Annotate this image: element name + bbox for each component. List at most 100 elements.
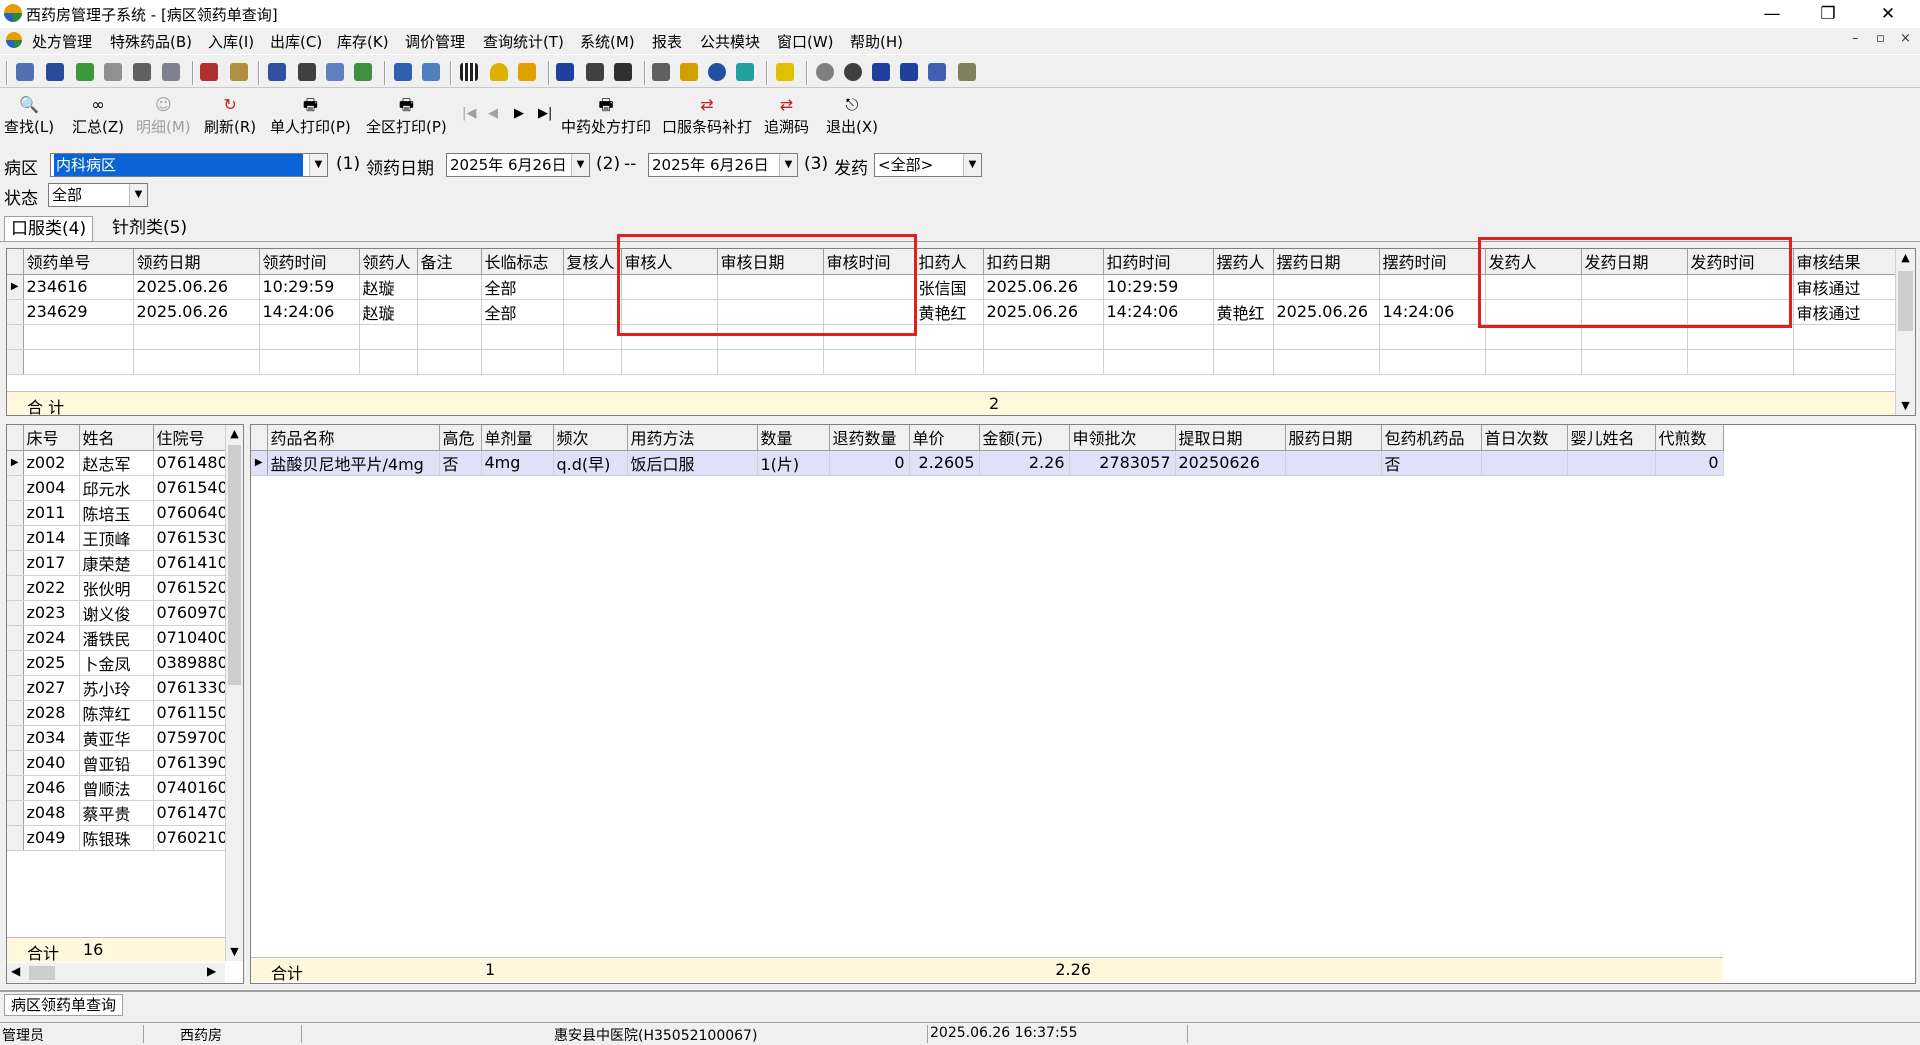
toolbar-tool-icon[interactable] bbox=[230, 63, 248, 81]
chevron-down-icon[interactable]: ▼ bbox=[129, 184, 147, 206]
menu-system[interactable]: 系统(M) bbox=[580, 31, 635, 52]
drug-grid-header[interactable]: 服药日期 bbox=[1285, 425, 1382, 451]
toolbar-tool-icon[interactable] bbox=[900, 63, 918, 81]
menu-inventory[interactable]: 库存(K) bbox=[337, 31, 389, 52]
exit-button[interactable]: ⎋ 退出(X) bbox=[826, 96, 878, 137]
top-grid-header[interactable]: 扣药人 bbox=[915, 249, 984, 275]
drug-grid-header[interactable]: 金额(元) bbox=[979, 425, 1070, 451]
scroll-right-icon[interactable]: ▶ bbox=[207, 964, 216, 978]
scroll-thumb[interactable] bbox=[29, 966, 55, 980]
folder-icon[interactable] bbox=[776, 63, 794, 81]
row-indicator[interactable] bbox=[7, 775, 24, 801]
drug-grid-header[interactable]: 代煎数 bbox=[1655, 425, 1724, 451]
last-record-icon[interactable]: ▶| bbox=[538, 106, 552, 121]
toolbar-tool-icon[interactable] bbox=[816, 63, 834, 81]
patient-grid-row[interactable]: z014 王顶峰 0761530 bbox=[7, 525, 226, 551]
mdi-close-icon[interactable]: × bbox=[1900, 31, 1911, 46]
chevron-down-icon[interactable]: ▼ bbox=[309, 154, 327, 176]
row-indicator[interactable] bbox=[7, 600, 24, 626]
toolbar-tool-icon[interactable] bbox=[162, 63, 180, 81]
restore-button[interactable]: ❐ bbox=[1800, 0, 1856, 28]
scroll-down-icon[interactable]: ▼ bbox=[1896, 397, 1915, 415]
menu-stock-out[interactable]: 出库(C) bbox=[270, 31, 322, 52]
drug-grid-header[interactable]: 首日次数 bbox=[1481, 425, 1568, 451]
menu-help[interactable]: 帮助(H) bbox=[850, 31, 903, 52]
top-grid-header[interactable]: 复核人 bbox=[563, 249, 622, 275]
top-grid-header[interactable]: 审核结果 bbox=[1793, 249, 1900, 275]
date-from-picker[interactable]: 2025年 6月26日 ▼ bbox=[446, 153, 590, 177]
row-indicator[interactable] bbox=[7, 625, 24, 651]
trace-code-button[interactable]: ⇄ 追溯码 bbox=[764, 96, 809, 137]
patient-grid-header[interactable]: 姓名 bbox=[79, 425, 154, 451]
requisition-scrollbar[interactable]: ▲ ▼ bbox=[1895, 249, 1915, 415]
dispense-select[interactable]: <全部> ▼ bbox=[874, 153, 982, 177]
current-row-pointer-icon[interactable]: ▶ bbox=[251, 450, 268, 476]
drug-grid-header[interactable]: 药品名称 bbox=[267, 425, 440, 451]
scroll-up-icon[interactable]: ▲ bbox=[226, 425, 243, 443]
current-row-pointer-icon[interactable]: ▶ bbox=[7, 274, 24, 300]
patient-grid-row[interactable]: ▶ z002 赵志军 0761480 bbox=[7, 450, 226, 476]
patient-grid-row[interactable]: z049 陈银珠 0760210 bbox=[7, 825, 226, 851]
patient-grid-row[interactable]: z046 曾顺法 0740160 bbox=[7, 775, 226, 801]
minimize-button[interactable]: — bbox=[1744, 0, 1800, 28]
toolbar-tool-icon[interactable] bbox=[104, 63, 122, 81]
patient-grid-row[interactable]: z028 陈萍红 0761150 bbox=[7, 700, 226, 726]
toolbar-tool-icon[interactable] bbox=[326, 63, 344, 81]
patient-grid-row[interactable]: z024 潘铁民 0710400 bbox=[7, 625, 226, 651]
scroll-thumb[interactable] bbox=[1898, 271, 1913, 331]
print-all-button[interactable]: 🖶 全区打印(P) bbox=[366, 96, 447, 137]
patient-grid-row[interactable]: z027 苏小玲 0761330 bbox=[7, 675, 226, 701]
patient-grid-row[interactable]: z004 邱元水 0761540 bbox=[7, 475, 226, 501]
status-select[interactable]: 全部 ▼ bbox=[48, 183, 148, 207]
menu-common-modules[interactable]: 公共模块 bbox=[700, 31, 760, 52]
oral-barcode-reprint-button[interactable]: ⇄ 口服条码补打 bbox=[662, 96, 752, 137]
menu-window[interactable]: 窗口(W) bbox=[777, 31, 834, 52]
menu-special-drugs[interactable]: 特殊药品(B) bbox=[110, 31, 192, 52]
scroll-thumb[interactable] bbox=[228, 445, 241, 685]
first-record-icon[interactable]: |◀ bbox=[462, 106, 476, 121]
print-single-button[interactable]: 🖶 单人打印(P) bbox=[270, 96, 351, 137]
patient-hscrollbar[interactable]: ◀ ▶ bbox=[7, 963, 225, 983]
drug-grid-header[interactable]: 高危 bbox=[439, 425, 482, 451]
mdi-restore-icon[interactable]: ▫ bbox=[1876, 31, 1885, 46]
scroll-down-icon[interactable]: ▼ bbox=[226, 943, 243, 961]
patient-grid-row[interactable]: z011 陈培玉 0760640 bbox=[7, 500, 226, 526]
drug-grid-header[interactable]: 单价 bbox=[909, 425, 980, 451]
drug-grid-header[interactable]: 申领批次 bbox=[1069, 425, 1176, 451]
toolbar-tool-icon[interactable] bbox=[556, 63, 574, 81]
tab-injection[interactable]: 针剂类(5) bbox=[106, 216, 193, 242]
row-indicator[interactable] bbox=[7, 650, 24, 676]
tab-oral[interactable]: 口服类(4) bbox=[4, 216, 94, 242]
toolbar-tool-icon[interactable] bbox=[652, 63, 670, 81]
top-grid-header[interactable]: 长临标志 bbox=[481, 249, 564, 275]
refresh-button[interactable]: ↻ 刷新(R) bbox=[204, 96, 256, 137]
drug-grid-header[interactable]: 提取日期 bbox=[1175, 425, 1286, 451]
toolbar-tool-icon[interactable] bbox=[872, 63, 890, 81]
row-indicator[interactable] bbox=[7, 475, 24, 501]
chevron-down-icon[interactable]: ▼ bbox=[963, 154, 981, 176]
menu-stock-in[interactable]: 入库(I) bbox=[208, 31, 254, 52]
toolbar-tool-icon[interactable] bbox=[394, 63, 412, 81]
row-indicator[interactable] bbox=[7, 750, 24, 776]
patient-grid-row[interactable]: z022 张伙明 0761520 bbox=[7, 575, 226, 601]
row-indicator[interactable] bbox=[7, 800, 24, 826]
mdi-minimize-icon[interactable]: – bbox=[1852, 31, 1859, 46]
toolbar-tool-icon[interactable] bbox=[680, 63, 698, 81]
toolbar-tool-icon[interactable] bbox=[736, 63, 754, 81]
row-indicator[interactable] bbox=[7, 299, 24, 325]
top-grid-header[interactable]: 备注 bbox=[417, 249, 482, 275]
summary-button[interactable]: ∞ 汇总(Z) bbox=[72, 96, 124, 137]
toolbar-tool-icon[interactable] bbox=[958, 63, 976, 81]
toolbar-tool-icon[interactable] bbox=[268, 63, 286, 81]
drug-grid-row[interactable]: ▶ 盐酸贝尼地平片/4mg 否 4mg q.d(早) 饭后口服 1(片) 0 2.2605 2.2… bbox=[251, 450, 1724, 476]
toolbar-tool-icon[interactable] bbox=[518, 63, 536, 81]
patient-grid-row[interactable]: z025 卜金凤 0389880 bbox=[7, 650, 226, 676]
detail-button[interactable]: ☺ 明细(M) bbox=[136, 96, 191, 137]
patient-grid-header[interactable]: 住院号 bbox=[153, 425, 226, 451]
toolbar-tool-icon[interactable] bbox=[200, 63, 218, 81]
drug-grid-header[interactable]: 包药机药品 bbox=[1381, 425, 1482, 451]
current-row-pointer-icon[interactable]: ▶ bbox=[7, 450, 24, 476]
top-grid-header[interactable]: 摆药时间 bbox=[1379, 249, 1486, 275]
grid-icon[interactable] bbox=[460, 63, 478, 81]
prev-record-icon[interactable]: ◀ bbox=[488, 106, 498, 121]
